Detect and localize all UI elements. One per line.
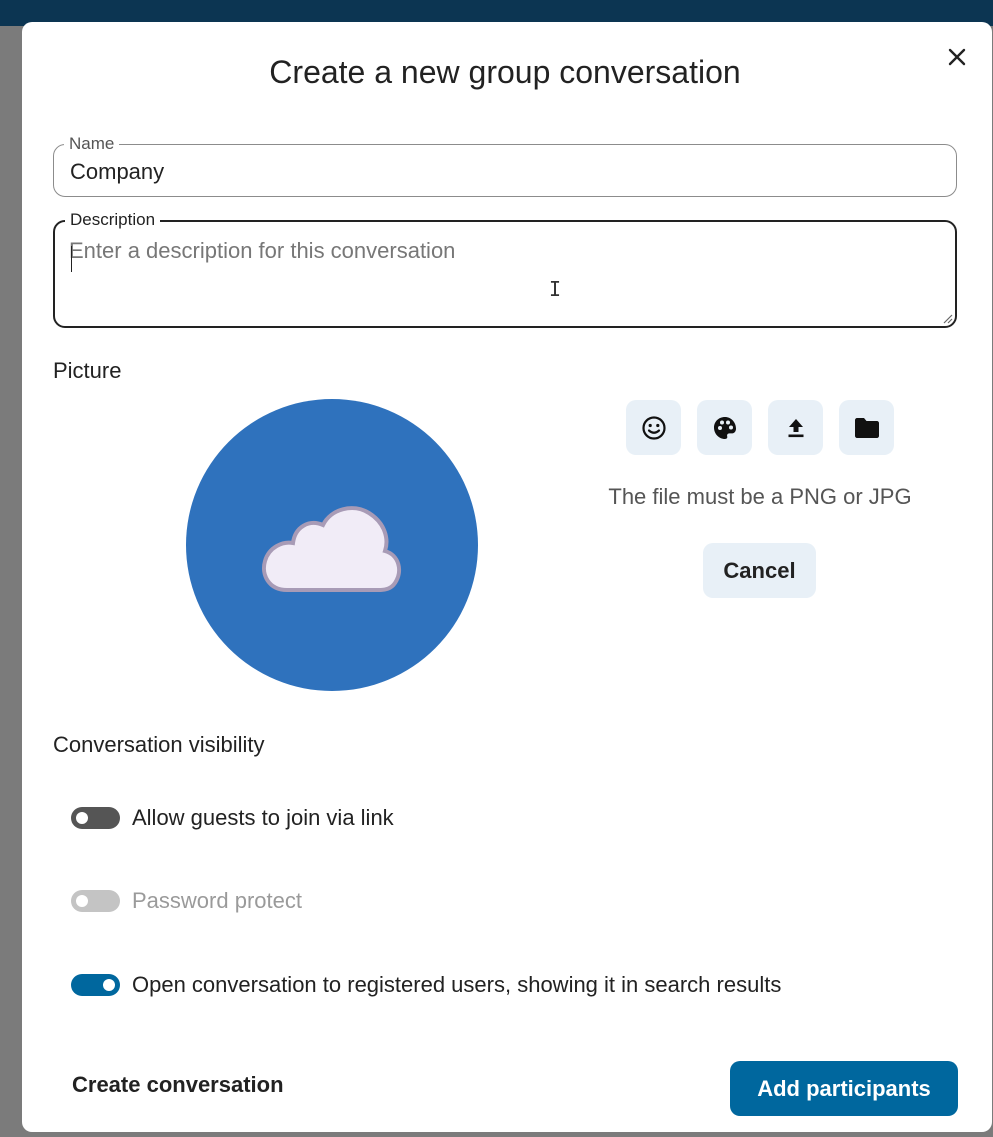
password-protect-label: Password protect: [132, 888, 302, 913]
allow-guests-switch[interactable]: [71, 807, 120, 829]
dialog-title: Create a new group conversation: [269, 54, 741, 90]
switch-knob: [76, 895, 88, 907]
cancel-button[interactable]: Cancel: [703, 543, 816, 598]
toggle-password-protect: Password protect: [71, 888, 302, 914]
folder-button[interactable]: [839, 400, 894, 455]
emoji-icon: [641, 415, 666, 440]
file-type-hint: The file must be a PNG or JPG: [608, 484, 912, 509]
toggle-allow-guests[interactable]: Allow guests to join via link: [71, 805, 394, 831]
description-field[interactable]: Description I: [53, 210, 957, 328]
name-field[interactable]: Name Company: [53, 134, 957, 197]
picture-label: Picture: [53, 358, 122, 383]
description-input[interactable]: [69, 238, 939, 318]
cloud-icon: [262, 506, 402, 592]
description-field-label: Description: [65, 210, 161, 230]
name-field-label: Name: [64, 134, 120, 154]
switch-knob: [103, 979, 115, 991]
password-protect-switch: [71, 890, 120, 912]
add-participants-button[interactable]: Add participants: [730, 1061, 958, 1116]
open-conversation-label: Open conversation to registered users, s…: [132, 972, 782, 997]
switch-knob: [76, 812, 88, 824]
folder-icon: [854, 417, 879, 438]
create-conversation-button[interactable]: Create conversation: [72, 1072, 284, 1098]
palette-button[interactable]: [697, 400, 752, 455]
open-conversation-switch[interactable]: [71, 974, 120, 996]
visibility-label: Conversation visibility: [53, 732, 265, 757]
toggle-open-to-registered-users[interactable]: Open conversation to registered users, s…: [71, 972, 781, 998]
upload-button[interactable]: [768, 400, 823, 455]
conversation-avatar: [186, 399, 478, 691]
emoji-button[interactable]: [626, 400, 681, 455]
text-caret: [71, 246, 72, 272]
palette-icon: [713, 416, 736, 439]
create-conversation-dialog: Create a new group conversation Name Com…: [22, 22, 992, 1132]
text-cursor-icon: I: [549, 277, 562, 301]
resize-handle-icon[interactable]: [941, 312, 953, 324]
allow-guests-label: Allow guests to join via link: [132, 805, 394, 830]
upload-icon: [788, 418, 803, 437]
name-field-value[interactable]: Company: [70, 159, 164, 185]
